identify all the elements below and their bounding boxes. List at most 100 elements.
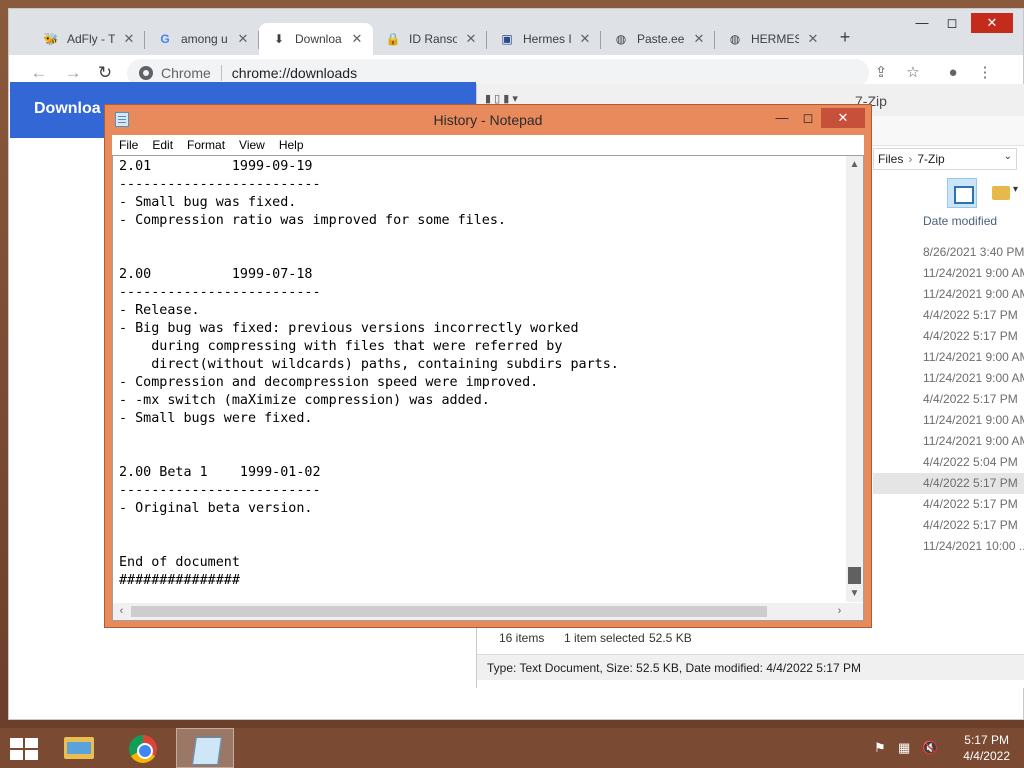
breadcrumb-item[interactable]: Files [878,152,903,166]
tab-close-icon[interactable]: ✕ [691,31,707,47]
tab-adfly[interactable]: 🐝 AdFly - T ✕ [31,23,145,55]
file-row[interactable]: 11/24/2021 9:00 AM [873,347,1024,368]
file-row[interactable]: 11/24/2021 9:00 AM [873,410,1024,431]
status-bar: 16 items 1 item selected 52.5 KB [477,626,1024,650]
column-header-date-modified[interactable]: Date modified [923,214,997,228]
menu-view[interactable]: View [232,138,272,152]
close-button[interactable]: ✕ [821,108,865,128]
tab-title: AdFly - T [67,32,115,46]
omnibox-chip: Chrome [161,65,222,81]
tab-hermes-upper[interactable]: ◍ HERMES ✕ [715,23,829,55]
window-title: History - Notepad [433,112,543,128]
volume-muted-icon[interactable]: 🔇 [922,740,938,756]
share-icon[interactable]: ⇪ [871,63,891,83]
tab-id-ransomware[interactable]: 🔒 ID Ranso ✕ [373,23,487,55]
file-row[interactable]: 11/24/2021 9:00 AM [873,263,1024,284]
file-row[interactable]: 4/4/2022 5:17 PM [873,305,1024,326]
adfly-icon: 🐝 [43,32,59,46]
tab-close-icon[interactable]: ✕ [349,31,365,47]
maximize-button[interactable]: ◻ [937,13,967,33]
close-button[interactable]: ✕ [971,13,1013,33]
vertical-scrollbar[interactable]: ▲ ▼ [846,156,863,602]
star-icon[interactable]: ☆ [903,63,923,83]
taskbar: ⚑ ▦ 🔇 5:17 PM 4/4/2022 [0,728,1024,768]
profile-icon[interactable]: ● [943,63,963,83]
file-row[interactable]: 11/24/2021 9:00 AM [873,368,1024,389]
breadcrumb[interactable]: Files › 7-Zip ⌄ [873,148,1017,170]
maximize-button[interactable]: ◻ [795,108,821,128]
menu-bar: File Edit Format View Help [112,135,864,155]
file-list: 8/26/2021 3:40 PM 11/24/2021 9:00 AM 11/24… [873,242,1024,557]
tab-title: ID Ranso [409,32,457,46]
new-tab-button[interactable]: + [835,27,855,47]
notepad-titlebar[interactable]: History - Notepad — ◻ ✕ [105,105,871,133]
tab-close-icon[interactable]: ✕ [121,31,137,47]
tab-title: HERMES [751,32,799,46]
file-row[interactable]: 4/4/2022 5:17 PM [873,494,1024,515]
selection-size: 52.5 KB [649,631,692,645]
tab-close-icon[interactable]: ✕ [463,31,479,47]
tab-close-icon[interactable]: ✕ [805,31,821,47]
scroll-thumb[interactable] [848,567,861,584]
scroll-thumb[interactable] [131,606,767,617]
view-buttons [947,178,1024,208]
file-row[interactable]: 4/4/2022 5:17 PM [873,515,1024,536]
chrome-icon[interactable] [114,728,172,768]
file-row[interactable]: 4/4/2022 5:17 PM [873,473,1024,494]
tab-title: Hermes I [523,32,571,46]
notepad-icon[interactable] [176,728,234,768]
file-explorer-icon[interactable] [50,728,108,768]
tab-downloads[interactable]: ⬇ Downloa ✕ [259,23,373,55]
action-center-flag-icon[interactable]: ⚑ [874,740,886,756]
file-row[interactable]: 4/4/2022 5:04 PM [873,452,1024,473]
folder-options-icon[interactable] [989,178,1019,208]
lock-icon: 🔒 [385,32,401,46]
details-bar: Type: Text Document, Size: 52.5 KB, Date… [477,654,1024,680]
selection-count: 1 item selected [564,631,645,645]
notepad-window: History - Notepad — ◻ ✕ File Edit Format… [104,104,872,628]
file-row[interactable]: 11/24/2021 9:00 AM [873,431,1024,452]
network-icon[interactable]: ▦ [898,740,910,756]
tab-close-icon[interactable]: ✕ [235,31,251,47]
minimize-button[interactable]: — [769,108,795,128]
globe-icon: ◍ [729,32,741,46]
document-text[interactable]: 2.01 1999-09-19 ------------------------… [119,158,619,590]
scroll-corner [846,603,863,620]
text-editor[interactable]: 2.01 1999-09-19 ------------------------… [112,155,864,621]
menu-file[interactable]: File [112,138,145,152]
chevron-right-icon: › [908,152,913,166]
tab-hermes[interactable]: ▣ Hermes I ✕ [487,23,601,55]
menu-edit[interactable]: Edit [145,138,180,152]
menu-help[interactable]: Help [272,138,311,152]
file-row[interactable]: 11/24/2021 10:00 ... [873,536,1024,557]
tab-title: Paste.ee [637,32,685,46]
tab-paste-ee[interactable]: ◍ Paste.ee ✕ [601,23,715,55]
file-row[interactable]: 8/26/2021 3:40 PM [873,242,1024,263]
tab-strip: 🐝 AdFly - T ✕ G among u ✕ ⬇ Downloa ✕ 🔒 … [9,9,1023,55]
horizontal-scrollbar[interactable]: ‹ › [113,603,848,620]
tab-close-icon[interactable]: ✕ [577,31,593,47]
menu-format[interactable]: Format [180,138,232,152]
file-row[interactable]: 4/4/2022 5:17 PM [873,389,1024,410]
file-row[interactable]: 4/4/2022 5:17 PM [873,326,1024,347]
item-count: 16 items [499,631,545,645]
file-row[interactable]: 11/24/2021 9:00 AM [873,284,1024,305]
system-clock[interactable]: 5:17 PM 4/4/2022 [963,732,1010,764]
breadcrumb-item[interactable]: 7-Zip [917,152,944,166]
clock-time: 5:17 PM [964,733,1009,747]
page-title: Downloa [34,100,101,117]
menu-dots-icon[interactable]: ⋮ [975,63,995,83]
scroll-left-icon[interactable]: ‹ [113,603,130,620]
tab-among-us[interactable]: G among u ✕ [145,23,259,55]
google-icon: G [160,32,170,46]
chevron-down-icon[interactable]: ⌄ [1004,151,1012,162]
download-icon: ⬇ [273,32,285,46]
minimize-button[interactable]: — [907,13,937,33]
scroll-up-icon[interactable]: ▲ [846,156,863,173]
windows-start-icon[interactable] [10,738,40,760]
url-text: chrome://downloads [231,65,358,81]
site-icon: ▣ [501,32,513,46]
scroll-down-icon[interactable]: ▼ [846,585,863,602]
clock-date: 4/4/2022 [963,749,1010,763]
details-pane-icon[interactable] [947,178,977,208]
